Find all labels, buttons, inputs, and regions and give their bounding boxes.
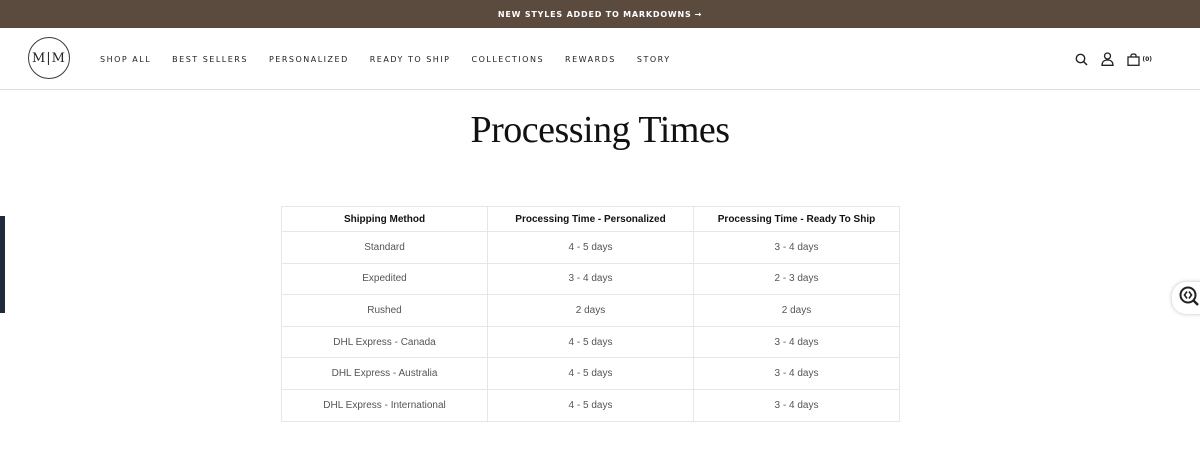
user-icon[interactable] xyxy=(1099,51,1115,67)
cell-ready-to-ship: 3 - 4 days xyxy=(693,388,900,422)
cell-personalized: 4 - 5 days xyxy=(487,231,694,264)
header-processing-personalized: Processing Time - Personalized xyxy=(487,206,694,232)
table-row: Expedited 3 - 4 days 2 - 3 days xyxy=(281,262,900,296)
cell-personalized: 3 - 4 days xyxy=(487,262,694,296)
cart-count: (0) xyxy=(1142,55,1152,63)
nav-item-personalized[interactable]: PERSONALIZED xyxy=(269,55,349,64)
cell-personalized: 2 days xyxy=(487,294,694,327)
table-row: DHL Express - Canada 4 - 5 days 3 - 4 da… xyxy=(281,325,900,359)
table-header-row: Shipping Method Processing Time - Person… xyxy=(281,206,900,232)
cell-personalized: 4 - 5 days xyxy=(487,357,694,390)
header-icons: (0) xyxy=(1073,28,1152,90)
accessibility-button[interactable] xyxy=(1172,282,1200,314)
nav-item-shop-all[interactable]: SHOP ALL xyxy=(100,55,151,64)
cell-ready-to-ship: 3 - 4 days xyxy=(693,325,900,359)
nav-item-collections[interactable]: COLLECTIONS xyxy=(471,55,544,64)
cell-ready-to-ship: 3 - 4 days xyxy=(693,231,900,264)
table-row: Rushed 2 days 2 days xyxy=(281,294,900,327)
header-shipping-method: Shipping Method xyxy=(281,206,488,232)
cell-method: Standard xyxy=(281,231,488,264)
cell-method: Expedited xyxy=(281,262,488,296)
side-feedback-tab[interactable] xyxy=(0,216,5,313)
cell-ready-to-ship: 2 days xyxy=(693,294,900,327)
cell-method: DHL Express - Canada xyxy=(281,325,488,359)
cell-personalized: 4 - 5 days xyxy=(487,325,694,359)
cell-personalized: 4 - 5 days xyxy=(487,388,694,422)
cart-button[interactable]: (0) xyxy=(1125,51,1152,67)
search-icon[interactable] xyxy=(1073,51,1089,67)
nav-item-story[interactable]: STORY xyxy=(637,55,671,64)
cell-method: DHL Express - International xyxy=(281,388,488,422)
announcement-bar[interactable]: NEW STYLES ADDED TO MARKDOWNS → xyxy=(0,0,1200,28)
brand-logo[interactable]: M|M xyxy=(28,37,70,79)
table-row: Standard 4 - 5 days 3 - 4 days xyxy=(281,231,900,264)
nav-item-rewards[interactable]: REWARDS xyxy=(565,55,616,64)
site-header: M|M SHOP ALL BEST SELLERS PERSONALIZED R… xyxy=(0,28,1200,90)
cell-ready-to-ship: 2 - 3 days xyxy=(693,262,900,296)
cell-ready-to-ship: 3 - 4 days xyxy=(693,357,900,390)
announcement-text[interactable]: NEW STYLES ADDED TO MARKDOWNS xyxy=(498,10,692,19)
header-processing-ready-to-ship: Processing Time - Ready To Ship xyxy=(693,206,900,232)
nav-item-ready-to-ship[interactable]: READY TO SHIP xyxy=(370,55,451,64)
page-title: Processing Times xyxy=(470,109,730,151)
bag-icon[interactable] xyxy=(1125,51,1141,67)
cell-method: DHL Express - Australia xyxy=(281,357,488,390)
cell-method: Rushed xyxy=(281,294,488,327)
processing-times-table: Shipping Method Processing Time - Person… xyxy=(281,206,900,422)
table-row: DHL Express - International 4 - 5 days 3… xyxy=(281,388,900,422)
arrow-right-icon: → xyxy=(694,9,703,19)
accessibility-icon[interactable] xyxy=(1178,285,1200,312)
main-nav: SHOP ALL BEST SELLERS PERSONALIZED READY… xyxy=(100,28,692,90)
nav-item-best-sellers[interactable]: BEST SELLERS xyxy=(172,55,248,64)
table-row: DHL Express - Australia 4 - 5 days 3 - 4… xyxy=(281,357,900,390)
